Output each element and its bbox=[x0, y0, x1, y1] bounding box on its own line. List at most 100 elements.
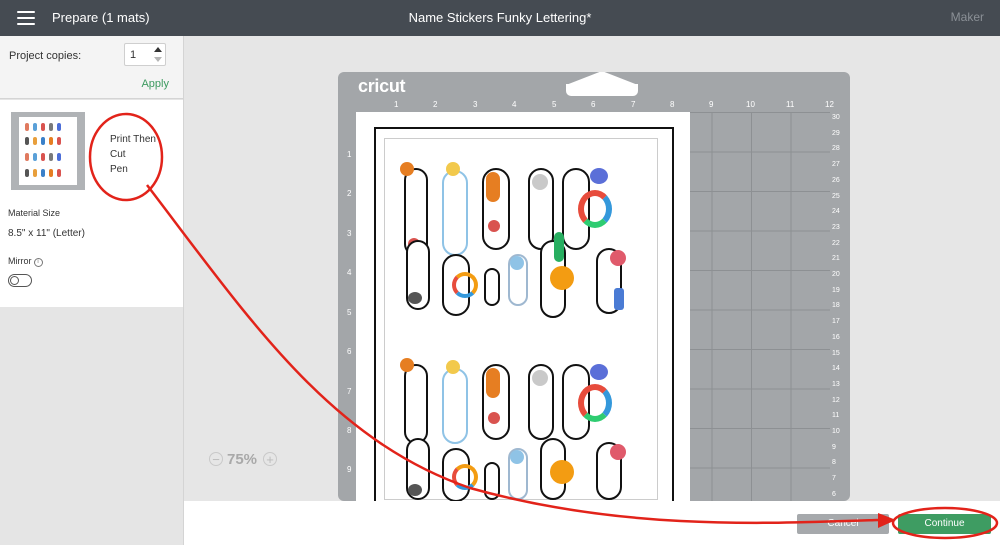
ruler-tick-label: 27 bbox=[832, 161, 840, 169]
material-size-label: Material Size bbox=[8, 208, 61, 218]
project-copies-input[interactable]: 1 bbox=[124, 43, 166, 66]
ruler-tick-label: 6 bbox=[591, 100, 596, 109]
rainbow-sticker-art bbox=[578, 384, 612, 422]
unicorn-sticker-art bbox=[532, 370, 548, 386]
butterfly-sticker-art bbox=[590, 168, 608, 184]
ruler-tick-label: 16 bbox=[832, 333, 840, 341]
flower-sticker-art bbox=[550, 460, 574, 484]
ruler-tick-label: 7 bbox=[832, 475, 836, 483]
mat-card[interactable]: Print Then Cut Pen Material Size 8.5" x … bbox=[0, 100, 183, 307]
star-sticker-art bbox=[446, 162, 460, 176]
rainbow-sticker-art bbox=[452, 272, 478, 298]
ruler-tick-label: 9 bbox=[832, 443, 836, 451]
rainbow-sticker-art bbox=[452, 464, 478, 490]
mat-mode-line: Pen bbox=[110, 164, 128, 175]
mirror-toggle[interactable] bbox=[8, 274, 32, 287]
mirror-label-text: Mirror bbox=[8, 256, 32, 266]
mat-mode-text: Print Then Cut Pen bbox=[110, 132, 156, 177]
project-name: Name Stickers Funky Lettering* bbox=[408, 10, 592, 25]
zigzag-sticker-art bbox=[614, 288, 624, 310]
ruler-tick-label: 25 bbox=[832, 192, 840, 200]
ruler-tick-label: 12 bbox=[832, 396, 840, 404]
ruler-tick-label: 28 bbox=[832, 145, 840, 153]
heart-sticker-art bbox=[488, 220, 500, 232]
ruler-tick-label: 9 bbox=[709, 100, 714, 109]
machine-label[interactable]: Maker bbox=[951, 10, 984, 24]
heart-sticker-art bbox=[610, 444, 626, 460]
toggle-knob bbox=[10, 276, 19, 285]
heart-sticker-art bbox=[488, 412, 500, 424]
zoom-out-button[interactable]: − bbox=[209, 452, 223, 466]
flower-sticker-art bbox=[550, 266, 574, 290]
project-copies-label: Project copies: bbox=[9, 50, 82, 62]
circle-sticker-art bbox=[510, 256, 524, 270]
ruler-tick-label: 2 bbox=[347, 189, 352, 198]
zoom-level: 75% bbox=[227, 451, 258, 468]
ruler-tick-label: 20 bbox=[832, 271, 840, 278]
ruler-tick-label: 8 bbox=[347, 426, 352, 435]
butterfly-sticker-art bbox=[590, 364, 608, 380]
ruler-tick-label: 15 bbox=[832, 349, 840, 357]
ruler-tick-label: 8 bbox=[832, 459, 836, 467]
ruler-tick-label: 24 bbox=[832, 208, 840, 216]
name-sticker[interactable] bbox=[484, 268, 500, 306]
ruler-tick-label: 11 bbox=[786, 100, 795, 109]
apply-button[interactable]: Apply bbox=[141, 78, 169, 90]
cricut-logo: cricut bbox=[358, 76, 406, 96]
leaf-sticker-art bbox=[554, 232, 564, 262]
ruler-tick-label: 18 bbox=[832, 302, 840, 310]
ruler-tick-label: 23 bbox=[832, 223, 840, 231]
increment-arrow-icon[interactable] bbox=[154, 47, 162, 52]
ruler-tick-label: 19 bbox=[832, 286, 840, 294]
mat-mode-line: Print Then bbox=[110, 134, 156, 145]
top-ruler: 1 2 3 4 5 6 7 8 9 10 11 12 bbox=[338, 100, 850, 112]
mirror-label: Mirror i bbox=[8, 256, 43, 267]
cancel-button[interactable]: Cancel bbox=[797, 514, 889, 534]
info-icon[interactable]: i bbox=[33, 258, 43, 267]
rainbow-sticker-art bbox=[486, 172, 500, 202]
mat-mode-line: Cut bbox=[110, 149, 126, 160]
ruler-tick-label: 29 bbox=[832, 129, 840, 137]
name-sticker[interactable] bbox=[404, 364, 428, 444]
ruler-tick-label: 11 bbox=[832, 412, 840, 420]
ruler-tick-label: 1 bbox=[394, 100, 399, 109]
name-sticker[interactable] bbox=[442, 368, 468, 444]
ruler-tick-label: 21 bbox=[832, 255, 840, 263]
letter-sheet bbox=[356, 112, 690, 501]
ruler-tick-label: 10 bbox=[746, 100, 755, 109]
heart-sticker-art bbox=[610, 250, 626, 266]
unicorn-sticker-art bbox=[532, 174, 548, 190]
ruler-tick-label: 6 bbox=[832, 490, 836, 498]
bird-sticker-art bbox=[408, 292, 422, 304]
name-sticker[interactable] bbox=[442, 170, 468, 256]
mat-thumbnail[interactable] bbox=[11, 112, 85, 190]
sidebar: Project copies: 1 Apply Print Then Cut P… bbox=[0, 36, 184, 545]
material-size-select[interactable]: 8.5" x 11" (Letter) bbox=[8, 228, 85, 239]
ruler-tick-label: 12 bbox=[825, 100, 834, 109]
ruler-tick-label: 7 bbox=[347, 387, 352, 396]
ruler-tick-label: 5 bbox=[552, 100, 557, 109]
continue-button[interactable]: Continue bbox=[898, 514, 991, 534]
ruler-tick-label: 17 bbox=[832, 318, 840, 326]
project-copies-panel: Project copies: 1 Apply bbox=[0, 36, 183, 99]
ruler-tick-label: 5 bbox=[347, 308, 352, 317]
ruler-tick-label: 2 bbox=[433, 100, 438, 109]
bird-sticker-art bbox=[408, 484, 422, 496]
mat-thumbnail-sheet bbox=[19, 117, 77, 185]
flower-sticker-art bbox=[400, 162, 414, 176]
mat-workspace: cricut 1 2 3 4 5 6 7 8 9 10 11 12 1 2 3 … bbox=[184, 36, 1000, 501]
ruler-tick-label: 3 bbox=[473, 100, 478, 109]
flower-sticker-art bbox=[400, 358, 414, 372]
zoom-in-button[interactable]: + bbox=[263, 452, 277, 466]
decrement-arrow-icon[interactable] bbox=[154, 57, 162, 62]
ruler-tick-label: 22 bbox=[832, 239, 840, 247]
name-sticker[interactable] bbox=[484, 462, 500, 500]
rainbow-sticker-art bbox=[578, 190, 612, 228]
ruler-tick-label: 3 bbox=[347, 229, 352, 238]
ruler-tick-label: 30 bbox=[832, 114, 840, 121]
ruler-tick-label: 14 bbox=[832, 365, 840, 373]
rainbow-sticker-art bbox=[486, 368, 500, 398]
ruler-tick-label: 13 bbox=[832, 380, 840, 388]
ruler-tick-label: 8 bbox=[670, 100, 675, 109]
star-sticker-art bbox=[446, 360, 460, 374]
